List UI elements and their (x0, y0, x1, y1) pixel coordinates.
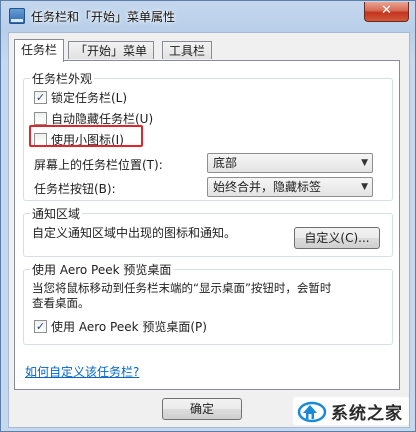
title-bar[interactable]: 任务栏和「开始」菜单属性 ✕ (1, 1, 415, 31)
small-icons-row[interactable]: 使用小图标(I) (34, 131, 124, 147)
notification-description: 自定义通知区域中出现的图标和通知。 (32, 226, 237, 240)
aero-peek-description-line2: 查看桌面。 (32, 296, 90, 310)
lock-taskbar-label: 锁定任务栏(L) (51, 90, 128, 105)
watermark-logo-icon (297, 399, 327, 423)
watermark: 系统之家 (293, 397, 409, 425)
taskbar-buttons-select[interactable]: 始终合并，隐藏标签 ▼ (207, 177, 373, 197)
help-link[interactable]: 如何自定义该任务栏? (25, 363, 139, 380)
taskbar-appearance-group: 任务栏外观 ✓ 锁定任务栏(L) 自动隐藏任务栏(U) 使用小图标(I) 屏幕上… (23, 70, 393, 201)
watermark-text: 系统之家 (331, 403, 403, 424)
taskbar-buttons-label: 任务栏按钮(B): (34, 182, 116, 196)
auto-hide-row[interactable]: 自动隐藏任务栏(U) (34, 110, 153, 126)
close-button[interactable]: ✕ (364, 2, 409, 22)
aero-peek-label: 使用 Aero Peek 预览桌面(P) (51, 319, 207, 334)
taskbar-buttons-value: 始终合并，隐藏标签 (213, 180, 322, 194)
ok-button[interactable]: 确定 (162, 398, 242, 420)
notification-area-group: 通知区域 自定义通知区域中出现的图标和通知。 自定义(C)... (23, 205, 393, 257)
taskbar-app-icon (9, 8, 25, 24)
lock-taskbar-checkbox[interactable]: ✓ (34, 90, 47, 104)
small-icons-label: 使用小图标(I) (51, 132, 124, 147)
tab-taskbar[interactable]: 任务栏 (14, 39, 65, 62)
taskbar-tab-panel: 任务栏外观 ✓ 锁定任务栏(L) 自动隐藏任务栏(U) 使用小图标(I) 屏幕上… (14, 60, 400, 390)
chevron-down-icon: ▼ (361, 182, 368, 192)
small-icons-checkbox[interactable] (34, 132, 47, 146)
taskbar-location-value: 底部 (213, 156, 238, 170)
taskbar-location-label: 屏幕上的任务栏位置(T): (34, 158, 163, 172)
taskbar-location-select[interactable]: 底部 ▼ (207, 153, 373, 173)
window-title: 任务栏和「开始」菜单属性 (31, 10, 176, 24)
appearance-group-title: 任务栏外观 (30, 70, 95, 87)
tab-start-menu[interactable]: 「开始」菜单 (68, 41, 155, 59)
auto-hide-label: 自动隐藏任务栏(U) (51, 111, 154, 126)
auto-hide-checkbox[interactable] (34, 111, 47, 125)
notification-group-title: 通知区域 (30, 205, 83, 222)
customize-button[interactable]: 自定义(C)... (294, 227, 380, 249)
aero-peek-description-line1: 当您将鼠标移动到任务栏末端的“显示桌面”按钮时，会暂时 (32, 281, 332, 295)
aero-peek-group: 使用 Aero Peek 预览桌面 当您将鼠标移动到任务栏末端的“显示桌面”按钮… (23, 261, 393, 345)
tab-toolbars[interactable]: 工具栏 (162, 41, 213, 59)
aero-peek-group-title: 使用 Aero Peek 预览桌面 (30, 261, 174, 278)
lock-taskbar-row[interactable]: ✓ 锁定任务栏(L) (34, 89, 127, 105)
aero-peek-checkbox[interactable]: ✓ (34, 319, 47, 333)
aero-peek-row[interactable]: ✓ 使用 Aero Peek 预览桌面(P) (34, 318, 207, 334)
properties-dialog: 任务栏和「开始」菜单属性 ✕ 任务栏 「开始」菜单 工具栏 任务栏外观 ✓ 锁定… (0, 0, 416, 432)
dialog-client-area: 任务栏 「开始」菜单 工具栏 任务栏外观 ✓ 锁定任务栏(L) 自动隐藏任务栏(… (8, 32, 410, 428)
chevron-down-icon: ▼ (361, 158, 368, 168)
